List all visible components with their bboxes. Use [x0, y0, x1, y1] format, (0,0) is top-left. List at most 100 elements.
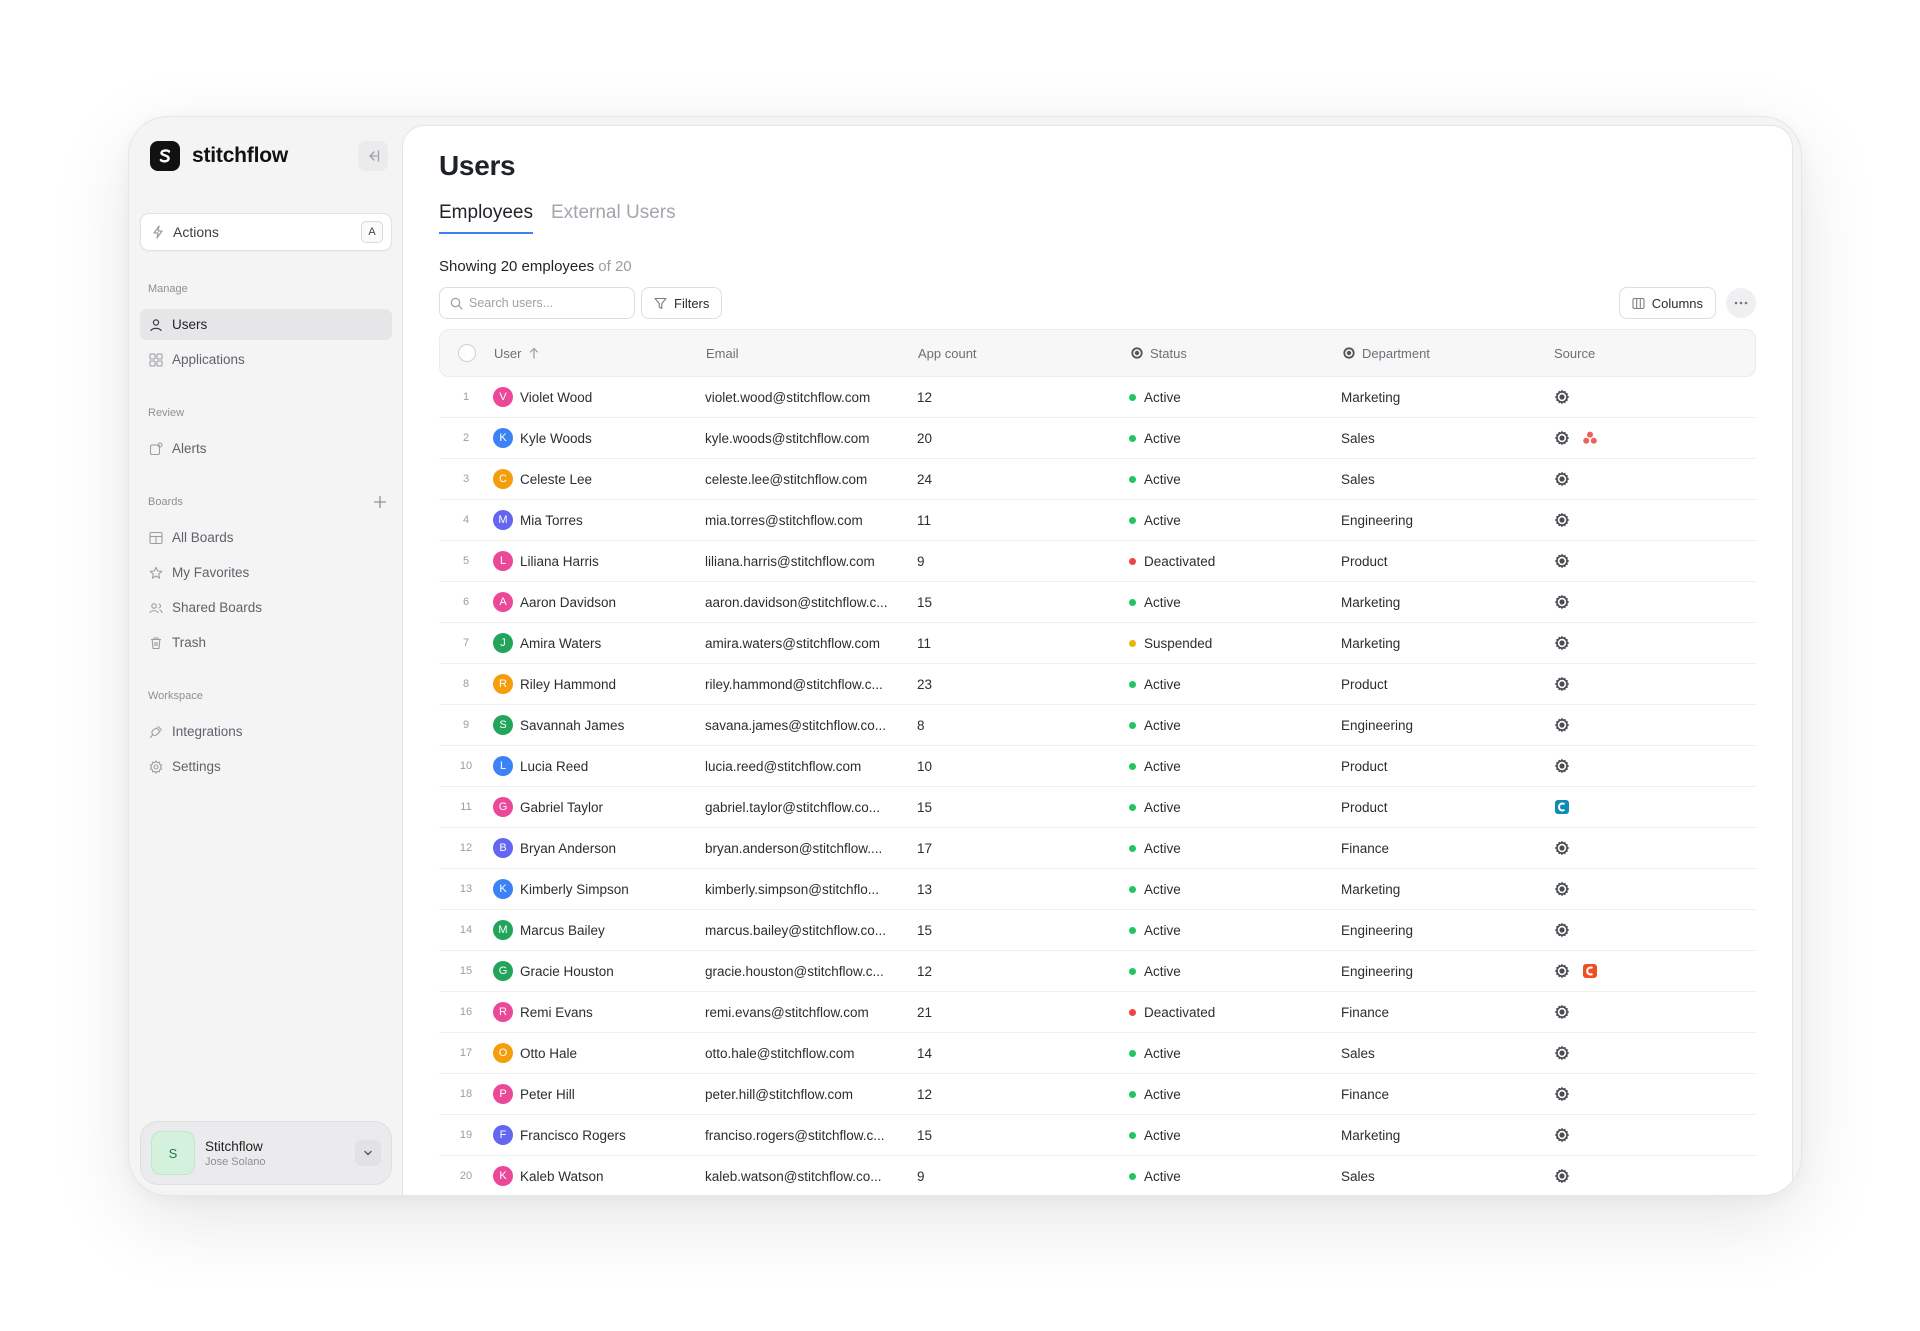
- table-row[interactable]: 14 M Marcus Bailey marcus.bailey@stitchf…: [439, 910, 1756, 951]
- tab-employees[interactable]: Employees: [439, 202, 533, 234]
- add-board-button[interactable]: [368, 490, 392, 514]
- sidebar-item-my-favorites[interactable]: My Favorites: [140, 557, 392, 588]
- table-row[interactable]: 19 F Francisco Rogers franciso.rogers@st…: [439, 1115, 1756, 1156]
- email-cell: kimberly.simpson@stitchflo...: [705, 882, 917, 897]
- status-dot: [1129, 763, 1136, 770]
- email-cell: gracie.houston@stitchflow.c...: [705, 964, 917, 979]
- table-row[interactable]: 15 G Gracie Houston gracie.houston@stitc…: [439, 951, 1756, 992]
- status-cell: Active: [1129, 677, 1341, 692]
- select-all-checkbox[interactable]: [458, 344, 476, 362]
- gear-icon: [1553, 962, 1571, 980]
- user-cell[interactable]: G Gracie Houston: [493, 961, 705, 981]
- app-count-cell: 15: [917, 923, 1129, 938]
- columns-label: Columns: [1652, 296, 1703, 311]
- table-row[interactable]: 4 M Mia Torres mia.torres@stitchflow.com…: [439, 500, 1756, 541]
- sidebar-item-alerts[interactable]: Alerts: [140, 433, 392, 464]
- table-row[interactable]: 13 K Kimberly Simpson kimberly.simpson@s…: [439, 869, 1756, 910]
- sidebar-item-settings[interactable]: Settings: [140, 751, 392, 782]
- source-cell: [1553, 921, 1756, 939]
- email-cell: kaleb.watson@stitchflow.co...: [705, 1169, 917, 1184]
- chevron-down-icon[interactable]: [355, 1140, 381, 1166]
- status-cell: Active: [1129, 882, 1341, 897]
- collapse-sidebar-button[interactable]: [358, 141, 388, 171]
- gear-icon: [1553, 552, 1571, 570]
- user-cell[interactable]: F Francisco Rogers: [493, 1125, 705, 1145]
- sidebar-item-users[interactable]: Users: [140, 309, 392, 340]
- more-options-button[interactable]: [1726, 288, 1756, 318]
- avatar: F: [493, 1125, 513, 1145]
- header-department[interactable]: Department: [1342, 346, 1554, 361]
- user-cell[interactable]: J Amira Waters: [493, 633, 705, 653]
- status-dot: [1129, 845, 1136, 852]
- header-user[interactable]: User: [494, 346, 706, 361]
- table-row[interactable]: 1 V Violet Wood violet.wood@stitchflow.c…: [439, 377, 1756, 418]
- user-cell[interactable]: G Gabriel Taylor: [493, 797, 705, 817]
- status-cell: Active: [1129, 513, 1341, 528]
- sidebar-item-applications[interactable]: Applications: [140, 344, 392, 375]
- department-cell: Marketing: [1341, 390, 1553, 405]
- table-row[interactable]: 5 L Liliana Harris liliana.harris@stitch…: [439, 541, 1756, 582]
- department-cell: Sales: [1341, 1169, 1553, 1184]
- actions-button[interactable]: Actions A: [140, 213, 392, 251]
- header-email[interactable]: Email: [706, 346, 918, 361]
- user-icon: [148, 317, 164, 333]
- filters-button[interactable]: Filters: [641, 287, 722, 319]
- user-cell[interactable]: S Savannah James: [493, 715, 705, 735]
- email-cell: remi.evans@stitchflow.com: [705, 1005, 917, 1020]
- sidebar-item-integrations[interactable]: Integrations: [140, 716, 392, 747]
- table-row[interactable]: 20 K Kaleb Watson kaleb.watson@stitchflo…: [439, 1156, 1756, 1195]
- user-cell[interactable]: P Peter Hill: [493, 1084, 705, 1104]
- table-row[interactable]: 7 J Amira Waters amira.waters@stitchflow…: [439, 623, 1756, 664]
- table-row[interactable]: 12 B Bryan Anderson bryan.anderson@stitc…: [439, 828, 1756, 869]
- status-cell: Active: [1129, 1087, 1341, 1102]
- search-input[interactable]: [469, 296, 609, 310]
- user-cell[interactable]: R Riley Hammond: [493, 674, 705, 694]
- avatar: G: [493, 961, 513, 981]
- user-cell[interactable]: M Marcus Bailey: [493, 920, 705, 940]
- user-cell[interactable]: K Kyle Woods: [493, 428, 705, 448]
- user-cell[interactable]: M Mia Torres: [493, 510, 705, 530]
- columns-button[interactable]: Columns: [1619, 287, 1716, 319]
- status-dot: [1129, 599, 1136, 606]
- table-row[interactable]: 18 P Peter Hill peter.hill@stitchflow.co…: [439, 1074, 1756, 1115]
- user-cell[interactable]: L Lucia Reed: [493, 756, 705, 776]
- header-app-count[interactable]: App count: [918, 346, 1130, 361]
- sidebar-item-all-boards[interactable]: All Boards: [140, 522, 392, 553]
- avatar: L: [493, 551, 513, 571]
- actions-shortcut: A: [361, 221, 383, 243]
- sidebar-item-trash[interactable]: Trash: [140, 627, 392, 658]
- header-source[interactable]: Source: [1554, 346, 1755, 361]
- table-row[interactable]: 9 S Savannah James savana.james@stitchfl…: [439, 705, 1756, 746]
- user-cell[interactable]: L Liliana Harris: [493, 551, 705, 571]
- table-row[interactable]: 8 R Riley Hammond riley.hammond@stitchfl…: [439, 664, 1756, 705]
- table-row[interactable]: 3 C Celeste Lee celeste.lee@stitchflow.c…: [439, 459, 1756, 500]
- table-row[interactable]: 6 A Aaron Davidson aaron.davidson@stitch…: [439, 582, 1756, 623]
- user-name: Marcus Bailey: [520, 923, 605, 938]
- tab-external-users[interactable]: External Users: [551, 202, 676, 234]
- search-box[interactable]: [439, 287, 635, 319]
- user-cell[interactable]: R Remi Evans: [493, 1002, 705, 1022]
- user-cell[interactable]: B Bryan Anderson: [493, 838, 705, 858]
- avatar: A: [493, 592, 513, 612]
- user-cell[interactable]: O Otto Hale: [493, 1043, 705, 1063]
- account-switcher[interactable]: S Stitchflow Jose Solano: [140, 1121, 392, 1185]
- brand[interactable]: stitchflow: [140, 139, 392, 173]
- header-status[interactable]: Status: [1130, 346, 1342, 361]
- plug-icon: [148, 724, 164, 740]
- tabs: Employees External Users: [439, 202, 1756, 234]
- table-row[interactable]: 17 O Otto Hale otto.hale@stitchflow.com …: [439, 1033, 1756, 1074]
- user-cell[interactable]: K Kaleb Watson: [493, 1166, 705, 1186]
- table-row[interactable]: 16 R Remi Evans remi.evans@stitchflow.co…: [439, 992, 1756, 1033]
- user-cell[interactable]: A Aaron Davidson: [493, 592, 705, 612]
- source-cell: [1553, 429, 1756, 447]
- table-row[interactable]: 2 K Kyle Woods kyle.woods@stitchflow.com…: [439, 418, 1756, 459]
- status-dot: [1129, 1050, 1136, 1057]
- user-cell[interactable]: V Violet Wood: [493, 387, 705, 407]
- table-row[interactable]: 11 G Gabriel Taylor gabriel.taylor@stitc…: [439, 787, 1756, 828]
- row-number: 17: [439, 1047, 493, 1059]
- user-cell[interactable]: K Kimberly Simpson: [493, 879, 705, 899]
- user-cell[interactable]: C Celeste Lee: [493, 469, 705, 489]
- table-row[interactable]: 10 L Lucia Reed lucia.reed@stitchflow.co…: [439, 746, 1756, 787]
- sidebar-item-shared-boards[interactable]: Shared Boards: [140, 592, 392, 623]
- row-number: 10: [439, 760, 493, 772]
